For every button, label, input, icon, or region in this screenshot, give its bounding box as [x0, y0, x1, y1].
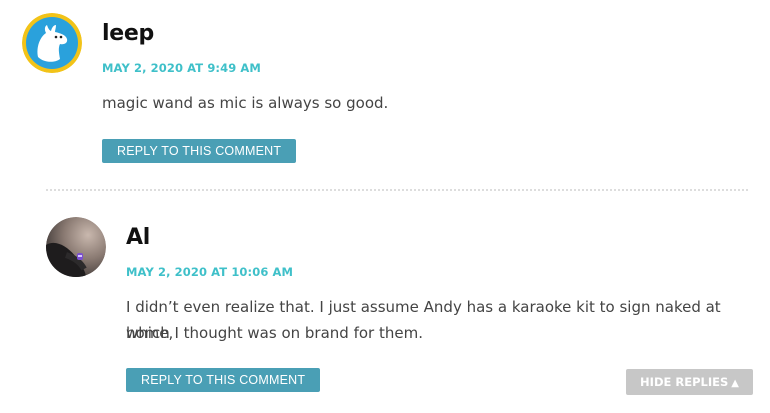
hide-replies-button[interactable]: HIDE REPLIES ▲ — [626, 369, 753, 395]
comment-text: magic wand as mic is always so good. — [102, 94, 389, 112]
comment-date[interactable]: MAY 2, 2020 AT 9:49 AM — [102, 61, 261, 75]
comment-divider — [46, 189, 748, 191]
comment-text-line: which I thought was on brand for them. — [126, 324, 423, 342]
comment-date[interactable]: MAY 2, 2020 AT 10:06 AM — [126, 265, 293, 279]
avatar[interactable] — [22, 13, 82, 73]
hide-replies-label: HIDE REPLIES — [640, 375, 729, 389]
triangle-up-icon: ▲ — [731, 378, 739, 389]
comment-author: Al — [126, 225, 150, 250]
avatar[interactable] — [46, 217, 106, 277]
photo-avatar-icon — [46, 217, 106, 277]
moomin-avatar-icon — [22, 13, 82, 73]
reply-button[interactable]: REPLY TO THIS COMMENT — [126, 368, 321, 392]
reply-button[interactable]: REPLY TO THIS COMMENT — [102, 139, 297, 163]
comment-author: leep — [102, 21, 154, 46]
